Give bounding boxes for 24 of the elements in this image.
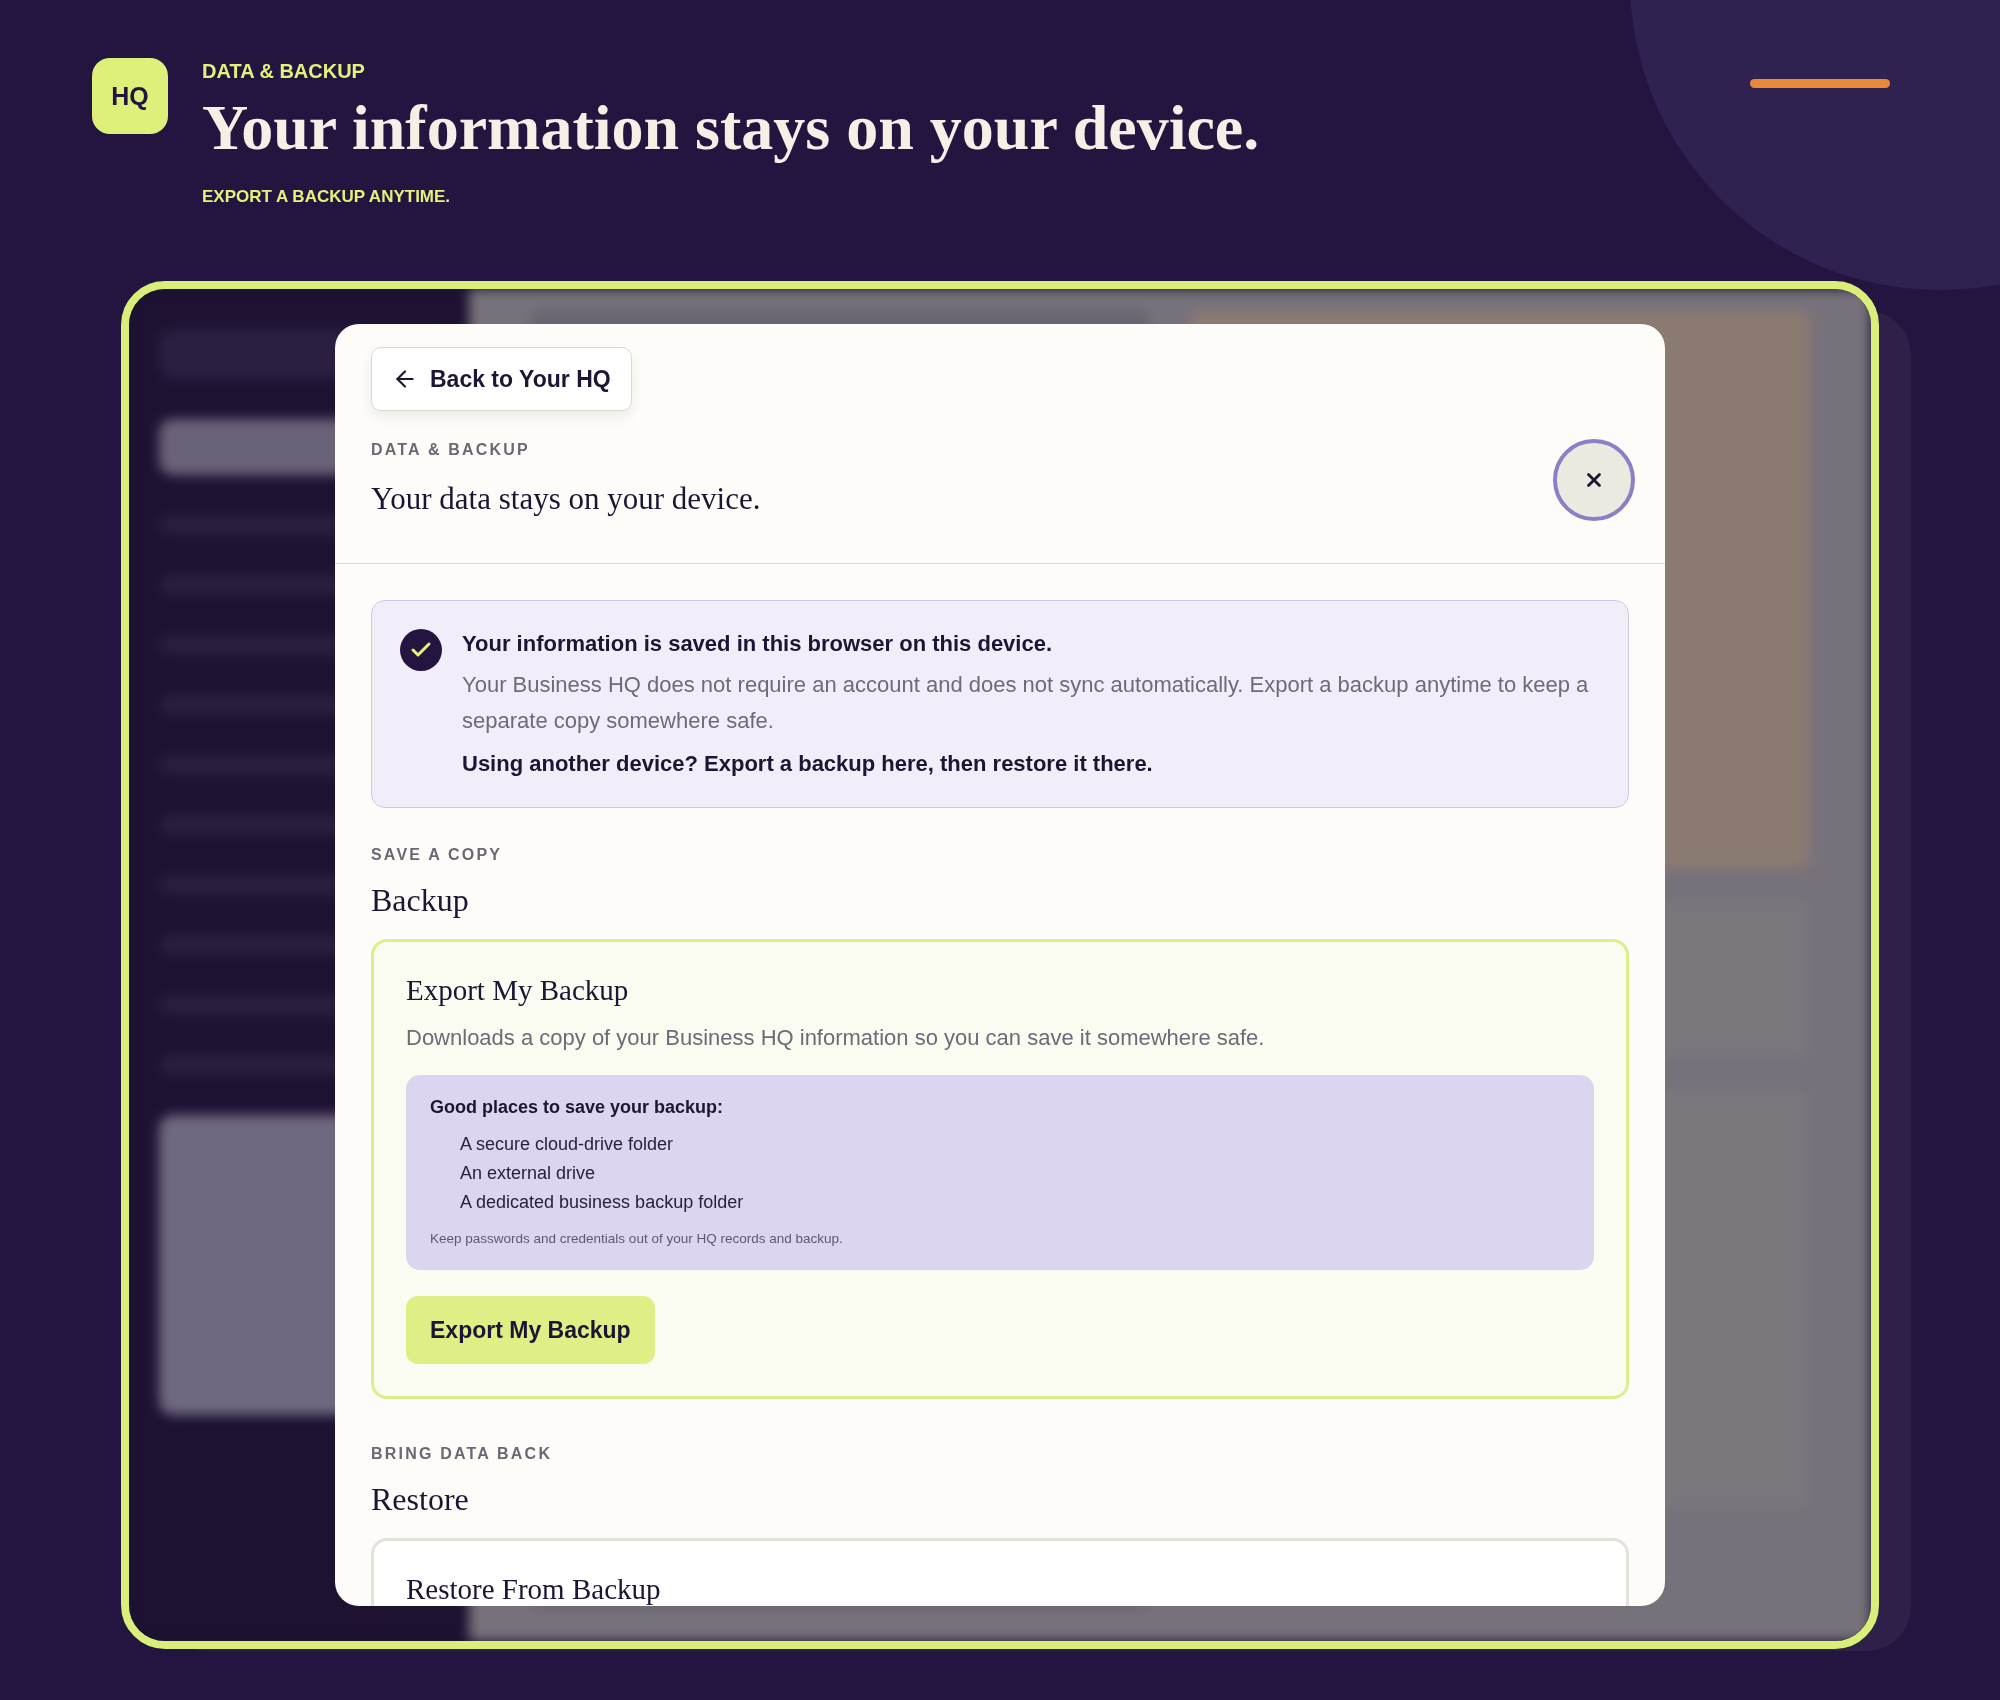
check-icon: [400, 629, 442, 671]
logo-badge: HQ: [92, 58, 168, 134]
card-title: Restore From Backup: [406, 1573, 662, 1606]
dialog-title: Your data stays on your device.: [371, 481, 761, 517]
card-description: Downloads a copy of your Business HQ information so you can save it somewhere safe.: [406, 1025, 1266, 1051]
notice-note: Using another device? Export a backup here, then restore it there.: [462, 751, 1154, 777]
tips-note: Keep passwords and credentials out of your HQ records and backup.: [430, 1231, 844, 1246]
section-eyebrow: BRING DATA BACK: [371, 1445, 553, 1463]
notice-title: Your information is saved in this browser on this device.: [462, 631, 1054, 657]
page-subtitle: EXPORT A BACKUP ANYTIME.: [202, 187, 452, 208]
tips-title: Good places to save your backup:: [430, 1097, 725, 1118]
card-title: Export My Backup: [406, 974, 630, 1007]
page-eyebrow: DATA & BACKUP: [202, 60, 366, 83]
back-button[interactable]: Back to Your HQ: [371, 347, 632, 411]
page-title: Your information stays on your device.: [202, 93, 1260, 164]
section-eyebrow: SAVE A COPY: [371, 846, 503, 864]
section-title: Backup: [371, 882, 470, 919]
tip-item: An external drive: [460, 1163, 597, 1184]
export-button[interactable]: Export My Backup: [406, 1296, 655, 1364]
tip-item: A dedicated business backup folder: [460, 1192, 745, 1213]
notice-body: Your Business HQ does not require an account and does not sync automatically. Export a backup anytime to keep a separate copy somewhere safe.: [462, 671, 1590, 735]
dialog-eyebrow: DATA & BACKUP: [371, 441, 530, 459]
section-title: Restore: [371, 1481, 470, 1518]
tip-item: A secure cloud-drive folder: [460, 1134, 675, 1155]
